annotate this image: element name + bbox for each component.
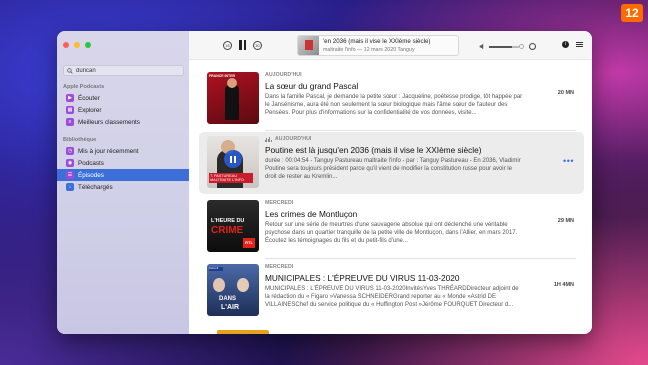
volume-slider[interactable] — [489, 45, 519, 48]
france5-logo: france•5 — [209, 267, 223, 271]
waveform-icon — [265, 136, 272, 142]
search-input[interactable] — [76, 67, 176, 74]
episode-artwork: FRANCE INTER — [207, 72, 259, 124]
podcast-icon: ◉ — [66, 159, 74, 167]
sidebar-item-label: Explorer — [78, 106, 102, 114]
episode-artwork: france•5 DANS L'AIR — [207, 264, 259, 316]
now-playing-panel[interactable]: 'en 2036 (mais il vise le XXIème siècle)… — [297, 35, 459, 56]
artwork-caption: T. PASTUREAU MALTRAITE L'INFO — [209, 173, 253, 183]
artwork-caption: CRIME — [211, 225, 244, 236]
section-title-bibliotheque: Bibliothèque — [63, 137, 97, 143]
sidebar-item-label: Écouter — [78, 94, 100, 102]
main-content: 15 30 'en 2036 (mais il vise le XXIème s… — [189, 31, 592, 334]
sidebar-item-downloaded[interactable]: ↓ Téléchargés — [57, 181, 189, 193]
up-next-list-button[interactable] — [576, 42, 583, 48]
artwork-caption: L'AIR — [221, 304, 239, 311]
corner-badge: 12 — [621, 4, 643, 22]
episode-description: Dans la famille Pascal, je demande la pe… — [265, 94, 523, 116]
pause-overlay-button[interactable] — [224, 150, 242, 168]
info-button[interactable]: i — [562, 41, 569, 48]
list-icon: ≡ — [66, 118, 74, 126]
episode-date: AUJOURD'HUI — [265, 72, 302, 78]
sidebar-item-label: Téléchargés — [78, 183, 113, 191]
volume-control[interactable] — [479, 43, 536, 50]
sidebar-item-label: Podcasts — [78, 159, 104, 167]
episode-title[interactable]: Poutine est là jusqu'en 2036 (mais il vi… — [265, 145, 525, 155]
search-icon — [67, 67, 73, 74]
toolbar: 15 30 'en 2036 (mais il vise le XXIème s… — [189, 31, 592, 60]
playback-controls: 15 30 — [223, 40, 262, 50]
sidebar-item-top-charts[interactable]: ≡ Meilleurs classements — [57, 116, 189, 128]
search-field[interactable] — [63, 65, 184, 76]
episode-duration: 29 MN — [557, 218, 574, 224]
minimize-window-button[interactable] — [74, 42, 80, 48]
window-controls — [57, 39, 189, 51]
pause-button[interactable] — [239, 40, 246, 50]
now-playing-subtitle: maltraite l'info — 12 mars 2020 Tanguy — [323, 47, 415, 53]
sidebar-item-ecouter[interactable]: ▶ Écouter — [57, 92, 189, 104]
episode-description: durée : 00:04:54 - Tanguy Pastureau malt… — [265, 158, 521, 180]
rtl-logo: RTL — [243, 238, 255, 248]
episode-description: Retour sur une série de meurtres d'une s… — [265, 222, 518, 244]
zoom-window-button[interactable] — [85, 42, 91, 48]
episode-date: AUJOURD'HUI — [274, 136, 312, 142]
episode-title[interactable]: La sœur du grand Pascal — [265, 81, 525, 91]
episode-row[interactable]: FRANCE INTER AUJOURD'HUI La sœur du gran… — [199, 68, 584, 131]
episode-title[interactable]: Les crimes de Montluçon — [265, 209, 525, 219]
sidebar-item-label: Épisodes — [78, 171, 104, 179]
close-window-button[interactable] — [63, 42, 69, 48]
episode-description: MUNICIPALES : L'ÉPREUVE DU VIRUS 11-03-2… — [265, 286, 519, 308]
clock-icon: ◷ — [66, 147, 74, 155]
episode-artwork: T. PASTUREAU MALTRAITE L'INFO — [207, 136, 259, 188]
sidebar-item-label: Mis à jour récemment — [78, 147, 139, 155]
artwork-caption: L'HEURE DU — [211, 218, 245, 224]
skip-forward-button[interactable]: 30 — [253, 40, 262, 50]
sidebar-item-explorer[interactable]: ▦ Explorer — [57, 104, 189, 116]
airplay-icon[interactable] — [529, 43, 536, 50]
episode-duration: 20 MN — [557, 90, 574, 96]
more-options-button[interactable]: ••• — [563, 156, 574, 166]
next-episode-artwork-peek — [217, 330, 269, 334]
artwork-caption: DANS — [219, 296, 237, 302]
now-playing-artwork — [298, 36, 319, 55]
episode-row-selected[interactable]: T. PASTUREAU MALTRAITE L'INFO AUJOURD'HU… — [199, 132, 584, 194]
volume-fill — [489, 45, 512, 48]
episode-date: MERCREDI — [265, 264, 294, 270]
podcasts-window: Apple Podcasts ▶ Écouter ▦ Explorer ≡ Me… — [57, 31, 592, 334]
grid-icon: ▦ — [66, 106, 74, 114]
episode-date-row: AUJOURD'HUI — [265, 136, 525, 142]
volume-knob[interactable] — [519, 44, 524, 49]
skip-back-button[interactable]: 15 — [223, 40, 232, 50]
sidebar-item-episodes[interactable]: ☰ Épisodes — [57, 169, 189, 181]
sidebar-item-podcasts[interactable]: ◉ Podcasts — [57, 157, 189, 169]
episode-row[interactable]: L'HEURE DU CRIME RTL MERCREDI Les crimes… — [199, 196, 584, 259]
sidebar-item-recently-updated[interactable]: ◷ Mis à jour récemment — [57, 145, 189, 157]
download-icon: ↓ — [66, 183, 74, 191]
sidebar: Apple Podcasts ▶ Écouter ▦ Explorer ≡ Me… — [57, 31, 189, 334]
play-circle-icon: ▶ — [66, 94, 74, 102]
episode-date: MERCREDI — [265, 200, 294, 206]
episode-duration: 1H 4MN — [553, 282, 574, 288]
speaker-icon — [479, 43, 484, 50]
episode-list: FRANCE INTER AUJOURD'HUI La sœur du gran… — [189, 60, 592, 334]
episode-title[interactable]: MUNICIPALES : L'ÉPREUVE DU VIRUS 11-03-2… — [265, 273, 525, 283]
episode-artwork: L'HEURE DU CRIME RTL — [207, 200, 259, 252]
section-title-apple-podcasts: Apple Podcasts — [63, 84, 105, 90]
episodes-icon: ☰ — [66, 171, 74, 179]
now-playing-title: 'en 2036 (mais il vise le XXIème siècle) — [323, 38, 431, 45]
episode-row[interactable]: france•5 DANS L'AIR MERCREDI MUNICIPALES… — [199, 260, 584, 322]
sidebar-item-label: Meilleurs classements — [78, 118, 140, 126]
